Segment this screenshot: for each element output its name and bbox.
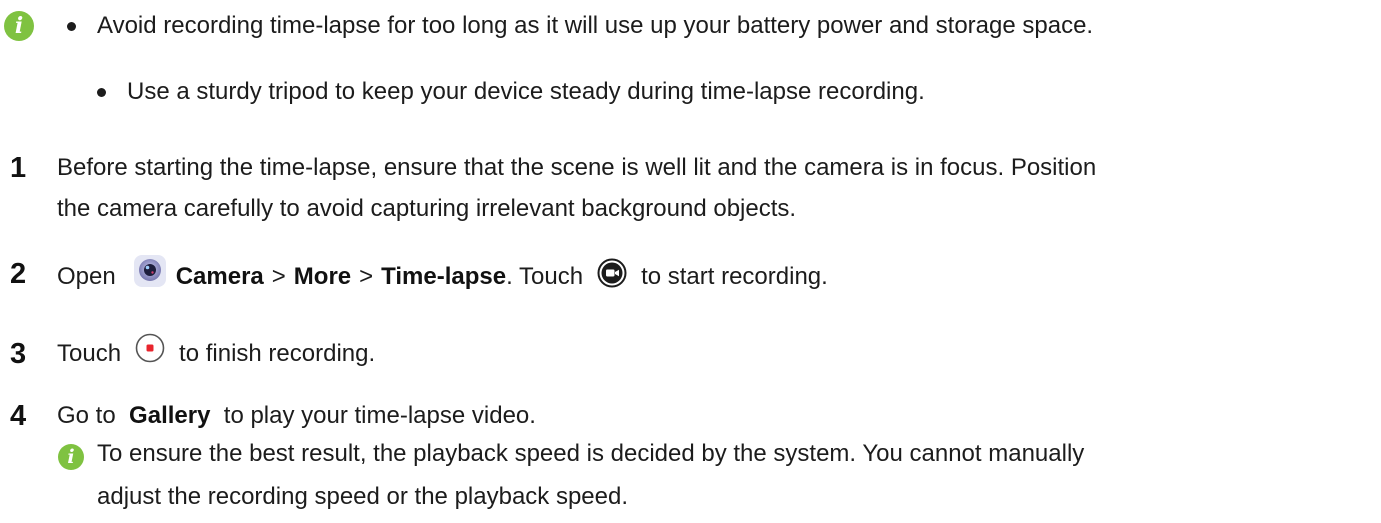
step-number: 3 bbox=[10, 338, 27, 370]
step-text: the camera carefully to avoid capturing … bbox=[57, 195, 797, 222]
step-text: Go to bbox=[57, 402, 123, 429]
camera-app-icon bbox=[132, 253, 168, 289]
step-line: Go to Gallery to play your time-lapse vi… bbox=[57, 401, 536, 431]
video-record-icon bbox=[597, 258, 627, 288]
note-text: adjust the recording speed or the playba… bbox=[97, 483, 629, 510]
separator: > bbox=[271, 263, 286, 290]
note-item: Use a sturdy tripod to keep your device … bbox=[127, 78, 925, 105]
step-text: Open bbox=[57, 263, 116, 290]
timelapse-label: Time-lapse bbox=[381, 263, 507, 290]
camera-label: Camera bbox=[175, 263, 264, 290]
note-text: To ensure the best result, the playback … bbox=[97, 440, 1085, 467]
step-text: Before starting the time-lapse, ensure t… bbox=[57, 154, 1097, 181]
bullet-dot bbox=[67, 22, 76, 31]
step-line: Open Camera > More > Time-lapse . Touch bbox=[57, 255, 828, 295]
stop-record-icon bbox=[135, 333, 165, 363]
info-icon: i bbox=[58, 444, 84, 470]
note-item: Avoid recording time-lapse for too long … bbox=[97, 12, 1094, 39]
step-number: 1 bbox=[10, 152, 27, 184]
info-icon: i bbox=[4, 11, 34, 41]
more-label: More bbox=[293, 263, 352, 290]
step-text: to finish recording. bbox=[179, 340, 376, 367]
step-text: Touch bbox=[57, 340, 122, 367]
step-text: to start recording. bbox=[641, 263, 828, 290]
bullet-dot bbox=[97, 88, 106, 97]
step-line: Touch to finish recording. bbox=[57, 333, 376, 369]
gallery-label: Gallery bbox=[129, 402, 211, 429]
step-text: . Touch bbox=[506, 263, 584, 290]
separator: > bbox=[359, 263, 374, 290]
step-text: to play your time-lapse video. bbox=[217, 402, 536, 429]
step-number: 4 bbox=[10, 400, 27, 432]
step-number: 2 bbox=[10, 258, 27, 290]
